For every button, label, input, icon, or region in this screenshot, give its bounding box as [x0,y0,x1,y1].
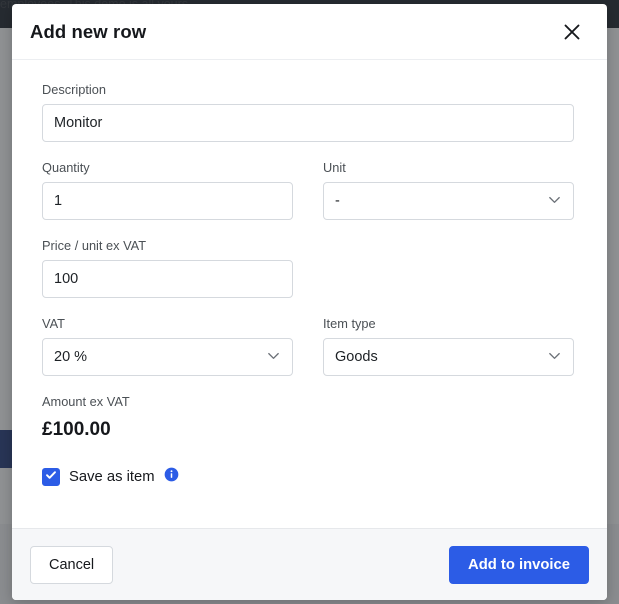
quantity-field-group: Quantity [42,160,293,220]
close-button[interactable] [555,15,589,49]
item-type-label: Item type [323,316,574,332]
price-label: Price / unit ex VAT [42,238,293,254]
description-label: Description [42,82,574,98]
info-icon[interactable] [164,467,179,487]
price-field-group: Price / unit ex VAT [42,238,293,298]
check-icon [45,468,57,486]
dialog-footer: Cancel Add to invoice [12,528,607,600]
vat-itemtype-row: VAT 20 % Item type Goods [42,316,577,376]
chevron-down-icon [547,192,562,211]
save-as-item-row: Save as item [42,467,577,487]
quantity-input[interactable] [42,182,293,220]
description-row: Description [42,82,577,142]
chevron-down-icon [547,348,562,367]
unit-label: Unit [323,160,574,176]
price-row: Price / unit ex VAT [42,238,577,298]
item-type-selected-value: Goods [335,349,378,365]
dialog-title: Add new row [30,21,146,43]
amount-value: £100.00 [42,419,577,441]
save-as-item-checkbox[interactable] [42,468,60,486]
unit-selected-value: - [335,193,340,209]
description-field-group: Description [42,82,574,142]
save-as-item-label: Save as item [69,469,155,485]
amount-label: Amount ex VAT [42,394,577,409]
price-input[interactable] [42,260,293,298]
chevron-down-icon [266,348,281,367]
unit-select[interactable]: - [323,182,574,220]
cancel-button[interactable]: Cancel [30,546,113,584]
add-new-row-dialog: Add new row Description Quantity Uni [12,4,607,600]
dialog-body: Description Quantity Unit - [12,60,607,528]
vat-selected-value: 20 % [54,349,87,365]
unit-field-group: Unit - [323,160,574,220]
item-type-select[interactable]: Goods [323,338,574,376]
vat-select[interactable]: 20 % [42,338,293,376]
quantity-label: Quantity [42,160,293,176]
vat-label: VAT [42,316,293,332]
item-type-field-group: Item type Goods [323,316,574,376]
close-icon [561,21,583,43]
description-input[interactable] [42,104,574,142]
add-to-invoice-button[interactable]: Add to invoice [449,546,589,584]
vat-field-group: VAT 20 % [42,316,293,376]
dialog-header: Add new row [12,4,607,60]
quantity-unit-row: Quantity Unit - [42,160,577,220]
